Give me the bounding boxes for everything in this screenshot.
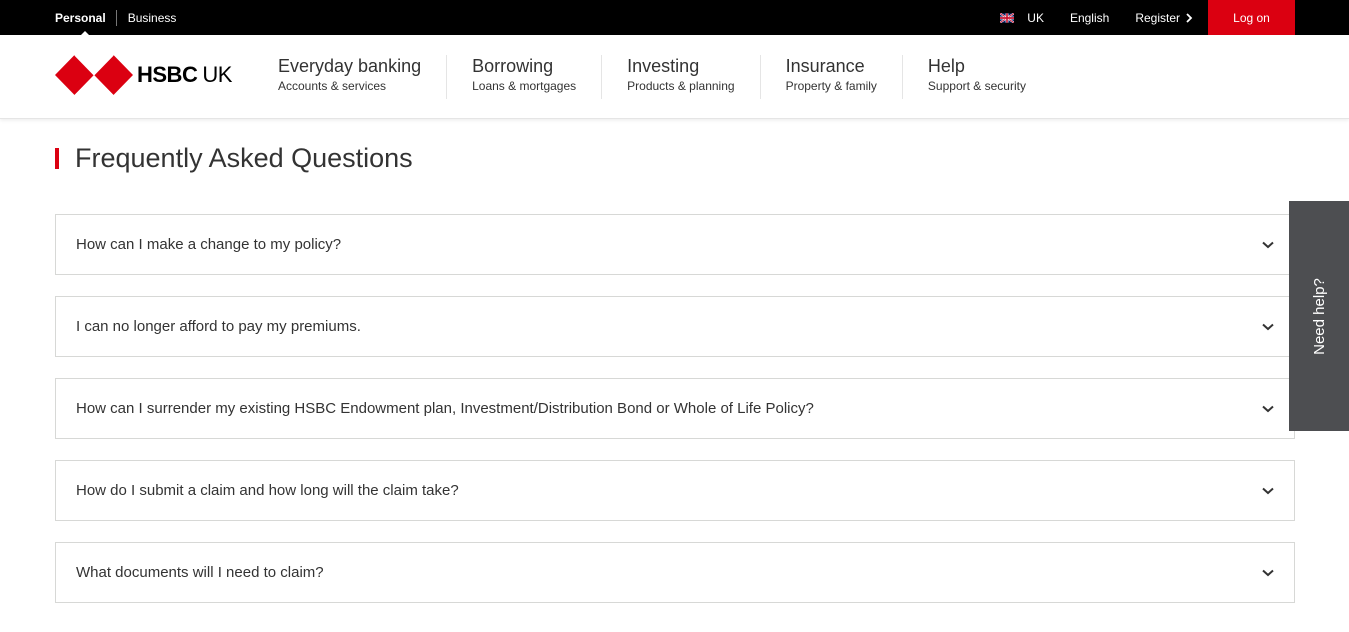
hsbc-hexagon-logo-icon xyxy=(55,54,133,95)
register-link[interactable]: Register xyxy=(1135,11,1193,25)
page-heading: Frequently Asked Questions xyxy=(55,141,413,175)
nav-title: Insurance xyxy=(785,56,865,76)
faq-accordion: How can I make a change to my policy? I … xyxy=(55,214,1295,624)
nav-title: Help xyxy=(927,56,965,76)
chevron-right-icon xyxy=(1186,12,1193,23)
nav-title: Borrowing xyxy=(472,56,554,76)
nav-title: Investing xyxy=(627,56,700,76)
top-utility-bar: Personal Business UK English Register Lo… xyxy=(0,0,1349,35)
nav-subtitle: Loans & mortgages xyxy=(472,79,577,93)
hsbc-logo[interactable]: HSBC UK xyxy=(55,54,235,95)
uk-flag-icon xyxy=(1000,12,1015,23)
faq-question: What documents will I need to claim? xyxy=(76,564,324,581)
register-label: Register xyxy=(1135,10,1180,25)
faq-question: How can I surrender my existing HSBC End… xyxy=(76,400,814,417)
nav-item-help[interactable]: Help Support & security xyxy=(928,55,1051,99)
faq-item[interactable]: What documents will I need to claim? xyxy=(55,542,1295,603)
heading-accent-bar xyxy=(55,147,59,169)
business-tab[interactable]: Business xyxy=(117,0,177,35)
faq-item[interactable]: I can no longer afford to pay my premium… xyxy=(55,296,1295,357)
nav-subtitle: Accounts & services xyxy=(278,79,387,93)
brand-name: HSBC UK xyxy=(137,61,232,87)
chevron-down-icon xyxy=(1262,405,1274,412)
region-selector[interactable]: UK xyxy=(1027,11,1044,25)
nav-subtitle: Property & family xyxy=(785,79,877,93)
faq-item[interactable]: How can I surrender my existing HSBC End… xyxy=(55,378,1295,439)
chevron-down-icon xyxy=(1262,241,1274,248)
faq-item[interactable]: How do I submit a claim and how long wil… xyxy=(55,460,1295,521)
personal-tab[interactable]: Personal xyxy=(55,0,116,35)
need-help-tab[interactable]: Need help? xyxy=(1289,201,1349,431)
segment-switcher: Personal Business xyxy=(55,0,176,35)
log-on-button[interactable]: Log on xyxy=(1208,0,1295,35)
nav-subtitle: Support & security xyxy=(927,79,1026,93)
nav-title: Everyday banking xyxy=(278,56,422,76)
faq-question: How can I make a change to my policy? xyxy=(76,236,342,253)
nav-subtitle: Products & planning xyxy=(627,79,735,93)
faq-question: How do I submit a claim and how long wil… xyxy=(76,482,459,499)
chevron-down-icon xyxy=(1262,487,1274,494)
need-help-label: Need help? xyxy=(1310,277,1328,355)
nav-item-investing[interactable]: Investing Products & planning xyxy=(627,55,761,99)
primary-navigation: Everyday banking Accounts & services Bor… xyxy=(278,55,1076,99)
main-header: HSBC UK Everyday banking Accounts & servi… xyxy=(0,35,1349,119)
nav-item-everyday-banking[interactable]: Everyday banking Accounts & services xyxy=(278,55,448,99)
chevron-down-icon xyxy=(1262,323,1274,330)
utility-links: UK English Register Log on xyxy=(1000,0,1295,35)
nav-item-insurance[interactable]: Insurance Property & family xyxy=(786,55,903,99)
page-title: Frequently Asked Questions xyxy=(75,142,413,173)
nav-item-borrowing[interactable]: Borrowing Loans & mortgages xyxy=(472,55,603,99)
faq-item[interactable]: How can I make a change to my policy? xyxy=(55,214,1295,275)
language-selector[interactable]: English xyxy=(1070,11,1109,25)
chevron-down-icon xyxy=(1262,569,1274,576)
faq-question: I can no longer afford to pay my premium… xyxy=(76,318,361,335)
